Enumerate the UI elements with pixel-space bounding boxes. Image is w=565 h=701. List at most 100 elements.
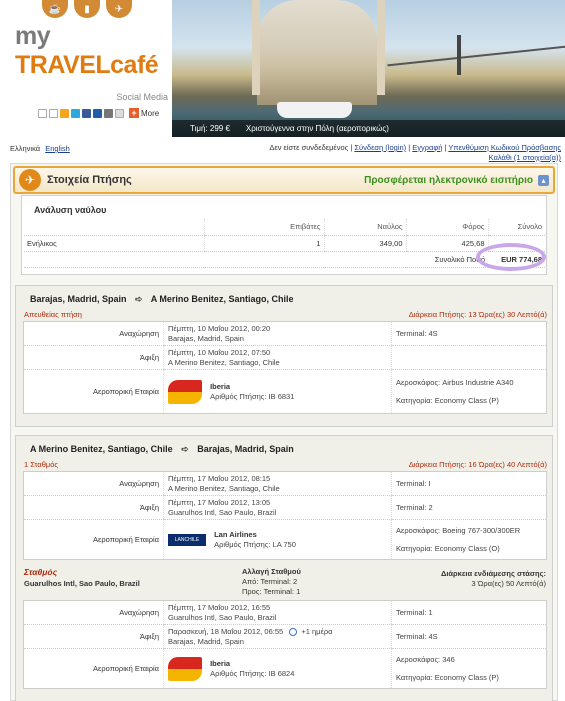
collapse-button[interactable]: ▴ (538, 175, 549, 186)
cabin-class: Κατηγορία: Economy Class (O) (396, 543, 500, 553)
airline-info: LANCHILE Lan Airlines Αριθμός Πτήσης: LA… (163, 519, 392, 560)
flight-leg-table: Αναχώρηση Πέμπτη, 10 Μαΐου 2012, 00:20 B… (23, 321, 547, 414)
airline-text: Iberia Αριθμός Πτήσης: IB 6831 (210, 382, 294, 402)
airplane-icon: ✈ (19, 169, 41, 191)
eticket-notice: Προσφέρεται ηλεκτρονικό εισιτήριο (364, 175, 533, 186)
fare-tax: 425,68 (405, 235, 488, 252)
departure-info: Πέμπτη, 17 Μαΐου 2012, 16:55 Guarulhos I… (163, 600, 392, 625)
logo-icons: ☕ ▮ ✈ (42, 0, 132, 18)
flight-number: Αριθμός Πτήσης: IB 6831 (210, 391, 295, 401)
terminal-change-title: Αλλαγή Σταθμού (242, 567, 301, 576)
flight-type: Απευθείας πτήση (24, 310, 82, 319)
terminal-to: Προς: Terminal: 1 (242, 587, 301, 596)
layover-duration: Διάρκεια ενδιάμεσης στάσης: 3 Ώρα(ες) 50… (441, 569, 546, 589)
airline-name: Lan Airlines (214, 529, 257, 539)
lan-airlines-logo: LANCHILE (168, 533, 206, 546)
login-link[interactable]: Σύνδεση (login) (354, 143, 406, 152)
outbound-flight: Barajas, Madrid, Spain ➪ A Merino Benite… (15, 285, 553, 427)
lang-greek[interactable]: Ελληνικά (10, 144, 40, 153)
departure-label: Αναχώρηση (23, 600, 164, 625)
departure-row: Αναχώρηση Πέμπτη, 17 Μαΐου 2012, 08:15 A… (23, 471, 547, 496)
print-icon[interactable] (49, 108, 58, 118)
route-to: A Merino Benitez, Santiago, Chile (150, 294, 294, 304)
password-reminder-link[interactable]: Υπενθύμιση Κωδικού Πρόσβασης (448, 143, 561, 152)
site-logo[interactable]: my TRAVELcafé (15, 22, 172, 80)
airline-label: Αεροπορική Εταιρία (93, 663, 159, 673)
route-title: A Merino Benitez, Santiago, Chile ➪ Bara… (30, 444, 294, 455)
departure-terminal: Terminal: 1 (391, 600, 547, 625)
facebook-icon[interactable] (82, 108, 91, 118)
fare-title: Ανάλυση ναύλου (34, 205, 107, 215)
photo-caption[interactable]: Τιμή: 299 € Χριστούγεννα στην Πόλη (αερο… (172, 120, 565, 137)
terminal-change: Αλλαγή Σταθμού Από: Terminal: 2 Προς: Te… (242, 567, 301, 597)
fare-header-passengers: Επιβάτες (203, 219, 324, 236)
social-media-label: Social Media (116, 92, 168, 102)
bridge-tower (457, 35, 461, 75)
departure-info: Πέμπτη, 10 Μαΐου 2012, 00:20 Barajas, Ma… (163, 321, 392, 346)
departure-label: Αναχώρηση (23, 471, 164, 496)
fare-header-tax: Φόρος (405, 219, 488, 236)
logo-panel: ☕ ▮ ✈ my TRAVELcafé Social Media + More (0, 0, 172, 137)
airline-info: Iberia Αριθμός Πτήσης: IB 6831 (163, 369, 392, 414)
arrival-row: Άφιξη Πέμπτη, 10 Μαΐου 2012, 07:50 A Mer… (23, 345, 547, 370)
caption-price: Τιμή: 299 € (190, 124, 230, 133)
panel-header: ✈ Στοιχεία Πτήσης Προσφέρεται ηλεκτρονικ… (13, 166, 555, 194)
coffee-cup-icon: ☕ (42, 0, 68, 18)
aircraft-info: Αεροσκάφος: Airbus Industrie A340 Κατηγο… (391, 369, 547, 414)
arrival-row: Άφιξη Πέμπτη, 17 Μαΐου 2012, 13:05 Guaru… (23, 495, 547, 520)
airplane-icon: ✈ (106, 0, 132, 18)
arrival-place: Guarulhos Intl, Sao Paulo, Brazil (168, 507, 277, 517)
airline-name: Iberia (210, 658, 231, 668)
myspace-icon[interactable] (104, 108, 113, 118)
not-logged-text: Δεν είστε συνδεδεμένος (269, 143, 349, 152)
header-photo[interactable]: Τιμή: 299 € Χριστούγεννα στην Πόλη (αερο… (172, 0, 565, 137)
bookmark-icon[interactable] (115, 108, 124, 118)
arrival-info: Πέμπτη, 10 Μαΐου 2012, 07:50 A Merino Be… (163, 345, 392, 370)
fare-table: Επιβάτες Ναύλος Φόρος Σύνολο Ενήλικος 1 … (24, 219, 545, 268)
departure-info: Πέμπτη, 17 Μαΐου 2012, 08:15 A Merino Be… (163, 471, 392, 496)
flight-details-panel: ✈ Στοιχεία Πτήσης Προσφέρεται ηλεκτρονικ… (10, 163, 558, 701)
cart-link[interactable]: Καλάθι (1 στοιχεία(α)) (489, 153, 561, 162)
flight-duration: Διάρκεια Πτήσης: 13 Ώρα(ες) 30 Λεπτό(ά) (408, 310, 547, 319)
caption-title: Χριστούγεννα στην Πόλη (αεροπορικώς) (245, 124, 389, 133)
route-title: Barajas, Madrid, Spain ➪ A Merino Benite… (30, 294, 293, 305)
route-to: Barajas, Madrid, Spain (197, 444, 294, 454)
flight-leg-table: Αναχώρηση Πέμπτη, 17 Μαΐου 2012, 08:15 A… (23, 471, 547, 560)
site-header: ☕ ▮ ✈ my TRAVELcafé Social Media + More (0, 0, 565, 137)
arrival-place: A Merino Benitez, Santiago, Chile (168, 357, 280, 367)
fare-header-type (24, 219, 204, 236)
fare-total-row: Συνολικό Ποσό EUR 774,68 (24, 251, 545, 268)
total-label: Συνολικό Ποσό (24, 251, 488, 268)
register-link[interactable]: Εγγραφή (412, 143, 442, 152)
layover-label: Διάρκεια ενδιάμεσης στάσης: (440, 569, 546, 578)
aircraft: Αεροσκάφος: 346 (396, 654, 455, 664)
more-share-button[interactable]: + More (129, 108, 159, 118)
arrival-date-line: Παρασκευή, 18 Μαΐου 2012, 06:55 +1 ημέρα (168, 627, 387, 637)
delicious-icon[interactable] (93, 108, 102, 118)
suitcase-icon: ▮ (74, 0, 100, 18)
flight-type: 1 Σταθμός (24, 460, 59, 469)
twitter-icon[interactable] (71, 108, 80, 118)
aircraft-info: Αεροσκάφος: 346 Κατηγορία: Economy Class… (391, 648, 547, 689)
logo-cafe: café (110, 51, 159, 79)
arrival-date: Πέμπτη, 17 Μαΐου 2012, 13:05 (168, 497, 271, 507)
departure-row: Αναχώρηση Πέμπτη, 10 Μαΐου 2012, 00:20 B… (23, 321, 547, 346)
departure-date: Πέμπτη, 17 Μαΐου 2012, 16:55 (168, 602, 271, 612)
mosque-image (257, 0, 377, 105)
language-selector: Ελληνικά English (10, 144, 70, 153)
email-share-icon[interactable] (38, 108, 47, 118)
lang-english[interactable]: English (45, 144, 70, 153)
departure-date: Πέμπτη, 17 Μαΐου 2012, 08:15 (168, 473, 271, 483)
social-share-bar: + More (38, 108, 159, 118)
minaret-right (377, 0, 385, 95)
account-links: Δεν είστε συνδεδεμένος | Σύνδεση (login)… (269, 143, 561, 162)
favorites-icon[interactable] (60, 108, 69, 118)
terminal-from: Από: Terminal: 2 (242, 577, 298, 586)
departure-place: Barajas, Madrid, Spain (168, 333, 244, 343)
route-from: Barajas, Madrid, Spain (30, 294, 127, 304)
arrival-label: Άφιξη (23, 495, 164, 520)
arrow-right-icon: ➪ (181, 444, 189, 454)
airline-label: Αεροπορική Εταιρία (93, 386, 159, 396)
arrival-info: Πέμπτη, 17 Μαΐου 2012, 13:05 Guarulhos I… (163, 495, 392, 520)
route-from: A Merino Benitez, Santiago, Chile (30, 444, 173, 454)
